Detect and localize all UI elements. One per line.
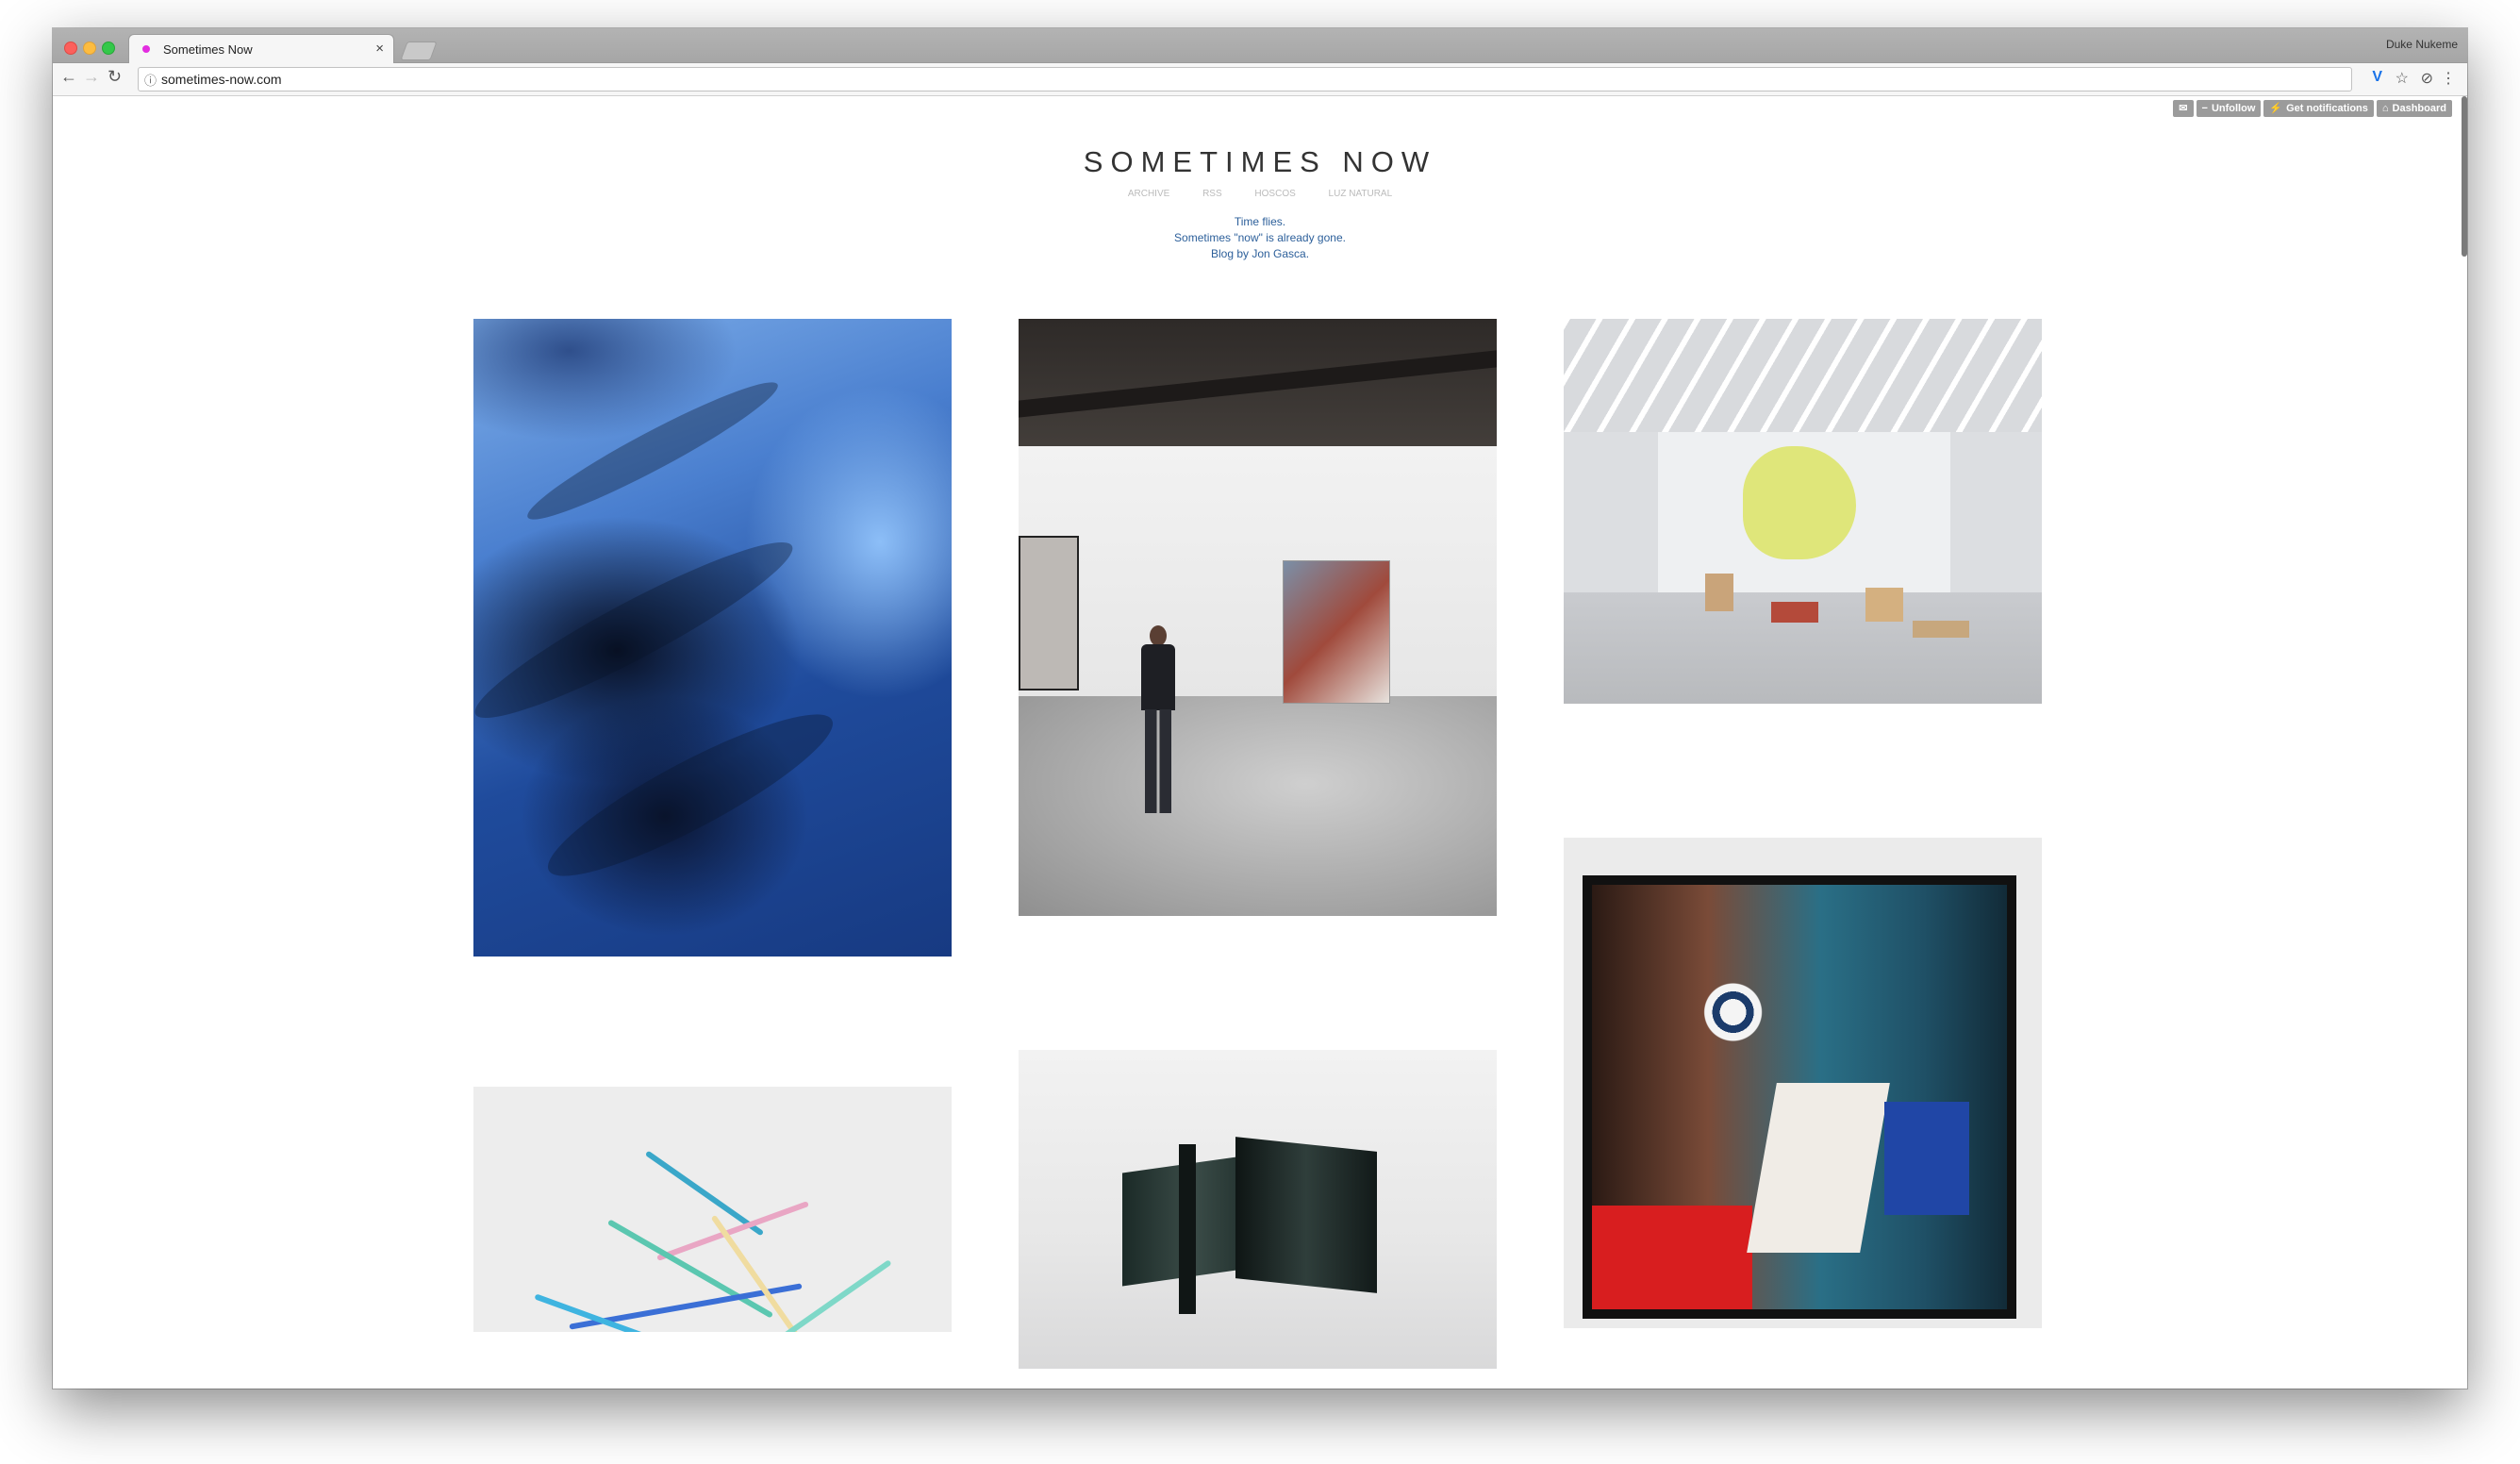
browser-window: Sometimes Now × Duke Nukeme ← → ↻ ⓘ some… xyxy=(53,28,2467,1389)
get-notifications-button[interactable]: ⚡ Get notifications xyxy=(2263,100,2374,117)
site-title[interactable]: SOMETIMES NOW xyxy=(53,145,2467,179)
minus-icon: − xyxy=(2201,103,2208,114)
dashboard-button[interactable]: ⌂ Dashboard xyxy=(2376,100,2452,117)
info-icon[interactable]: ⓘ xyxy=(144,71,157,89)
site-description: Time flies. Sometimes "now" is already g… xyxy=(53,214,2467,262)
mail-icon: ✉ xyxy=(2179,103,2188,114)
message-button[interactable]: ✉ xyxy=(2173,100,2194,117)
dashboard-label: Dashboard xyxy=(2392,103,2446,114)
url-text[interactable]: sometimes-now.com xyxy=(161,72,282,87)
description-line: Blog by Jon Gasca. xyxy=(1210,247,1310,260)
tab-sometimes-now[interactable]: Sometimes Now × xyxy=(128,34,394,64)
tab-strip: Sometimes Now × Duke Nukeme xyxy=(53,28,2467,64)
vimeo-extension-icon[interactable]: V xyxy=(2372,69,2382,86)
extension-icon[interactable]: ⊘ xyxy=(2421,69,2433,88)
bookmark-star-icon[interactable]: ☆ xyxy=(2396,69,2409,88)
description-line: Time flies. xyxy=(1234,215,1286,228)
new-tab-button[interactable] xyxy=(400,42,438,60)
gallery-visitor-photograph[interactable] xyxy=(1019,319,1497,916)
dark-steel-sculpture[interactable] xyxy=(1019,1050,1497,1369)
description-line: Sometimes "now" is already gone. xyxy=(1174,231,1346,244)
art-installation-photograph[interactable] xyxy=(1564,319,2042,704)
forward-arrow-icon[interactable]: → xyxy=(83,67,100,87)
tab-title: Sometimes Now xyxy=(163,42,253,57)
zoom-window-icon[interactable] xyxy=(102,42,115,55)
minimize-window-icon[interactable] xyxy=(83,42,96,55)
get-notifications-label: Get notifications xyxy=(2286,103,2368,114)
blue-abstract-photograph[interactable] xyxy=(473,319,952,957)
favicon-icon xyxy=(142,45,150,53)
close-window-icon[interactable] xyxy=(64,42,77,55)
menu-kebab-icon[interactable]: ⋮ xyxy=(2441,69,2456,88)
expressionist-portrait-painting[interactable] xyxy=(1564,838,2042,1328)
lightning-icon: ⚡ xyxy=(2269,103,2283,114)
browser-toolbar: ← → ↻ ⓘ sometimes-now.com V ☆ ⊘ ⋮ xyxy=(53,63,2467,96)
tumblr-controls: ✉ − Unfollow ⚡ Get notifications ⌂ Dashboar… xyxy=(2173,100,2452,117)
site-nav: ARCHIVE RSS HOSCOS LUZ NATURAL xyxy=(53,189,2467,199)
back-arrow-icon[interactable]: ← xyxy=(60,67,77,87)
unfollow-label: Unfollow xyxy=(2211,103,2256,114)
reload-icon[interactable]: ↻ xyxy=(108,67,122,87)
nav-archive[interactable]: ARCHIVE xyxy=(1128,189,1169,199)
home-icon: ⌂ xyxy=(2381,103,2389,114)
profile-name[interactable]: Duke Nukeme xyxy=(2386,38,2458,51)
nav-luz-natural[interactable]: LUZ NATURAL xyxy=(1329,189,1393,199)
colorful-lattice-sculpture[interactable] xyxy=(473,1087,952,1332)
nav-rss[interactable]: RSS xyxy=(1202,189,1222,199)
nav-hoscos[interactable]: HOSCOS xyxy=(1254,189,1295,199)
address-bar[interactable]: ⓘ sometimes-now.com xyxy=(138,67,2352,92)
tab-close-icon[interactable]: × xyxy=(375,41,384,57)
unfollow-button[interactable]: − Unfollow xyxy=(2196,100,2262,117)
